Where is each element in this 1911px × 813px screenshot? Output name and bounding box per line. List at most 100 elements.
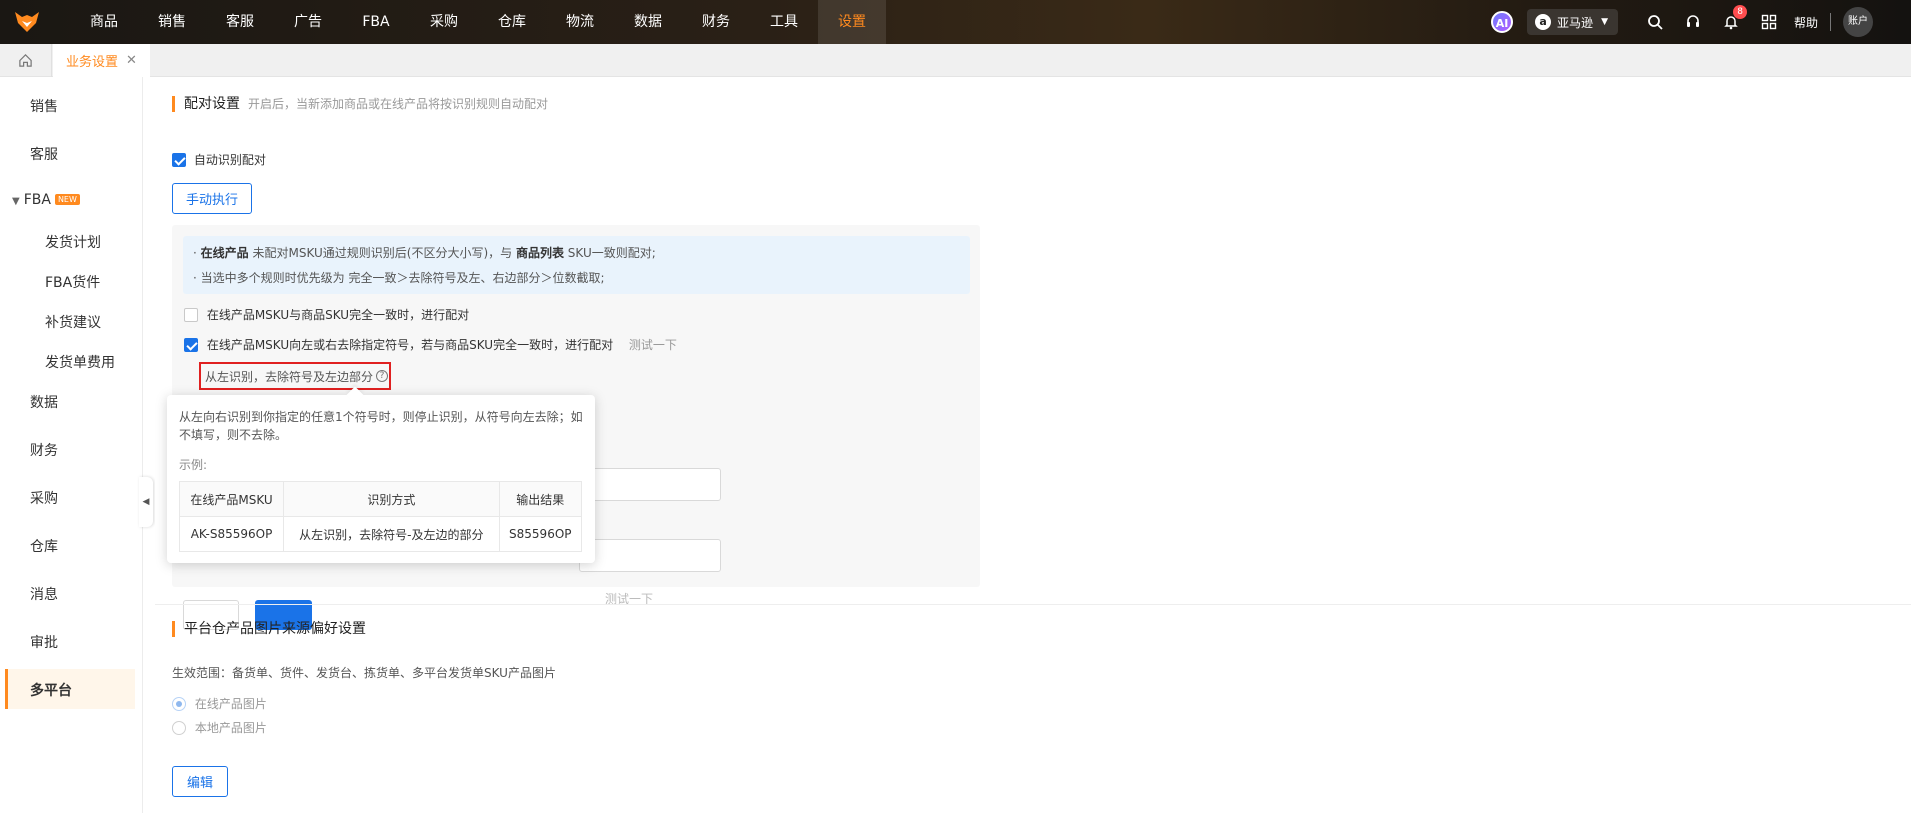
rule-exact-label: 在线产品MSKU与商品SKU完全一致时，进行配对 [206, 308, 470, 322]
auto-pair-checkbox[interactable] [172, 153, 186, 167]
rule-strip-symbol[interactable]: 在线产品MSKU向左或右去除指定符号，若与商品SKU完全一致时，进行配对 测试一… [184, 336, 677, 353]
tooltip-description: 从左向右识别到你指定的任意1个符号时，则停止识别，从符号向左去除；如不填写，则不… [179, 410, 583, 442]
auto-pair-option[interactable]: 自动识别配对 [172, 151, 266, 168]
nav-item-1[interactable]: 销售 [138, 0, 206, 44]
table-header-cell: 识别方式 [283, 481, 500, 517]
sidebar-collapse-icon[interactable]: ◀ [139, 477, 153, 527]
pairing-title: 配对设置 [184, 96, 240, 112]
tooltip-example-label: 示例: [179, 458, 208, 472]
rule-strip-label: 在线产品MSKU向左或右去除指定符号，若与商品SKU完全一致时，进行配对 [206, 338, 614, 352]
nav-item-3[interactable]: 广告 [274, 0, 342, 44]
sidebar-item-fba-goods[interactable]: FBA货件 [45, 272, 100, 292]
left-symbol-input[interactable] [579, 468, 721, 501]
image-pref-title: 平台仓产品图片来源偏好设置 [172, 621, 366, 637]
radio-local-label: 本地产品图片 [194, 721, 267, 735]
test-link[interactable]: 测试一下 [629, 338, 677, 352]
sidebar-item-purchase[interactable]: 采购 [30, 488, 58, 508]
info-bold-online: 在线产品 [200, 246, 249, 260]
table-cell: S85596OP [498, 516, 583, 552]
caret-down-icon: ▼ [1601, 17, 1608, 27]
nav-item-5[interactable]: 采购 [410, 0, 478, 44]
top-navbar: 商品 销售 客服 广告 FBA 采购 仓库 物流 数据 财务 工具 设置 AI a 亚马逊 ▼ 8 帮… [0, 0, 1911, 44]
marketplace-label: 亚马逊 [1557, 15, 1594, 30]
home-icon [19, 54, 32, 67]
tab-label: 业务设置 [66, 55, 119, 70]
home-tab[interactable] [0, 44, 52, 77]
sidebar-item-message[interactable]: 消息 [30, 584, 58, 604]
radio-online-image[interactable]: 在线产品图片 [172, 695, 267, 712]
account-avatar[interactable]: 账户 [1843, 7, 1873, 37]
right-symbol-input[interactable] [579, 539, 721, 572]
headset-icon[interactable] [1683, 12, 1703, 32]
help-circle-icon[interactable]: ? [376, 370, 389, 382]
page-tabs: 业务设置 ✕ [0, 44, 1911, 77]
rule-tooltip: 从左向右识别到你指定的任意1个符号时，则停止识别，从符号向左去除；如不填写，则不… [167, 395, 595, 563]
left-rule-label: 从左识别，去除符号及左边部分 [205, 369, 374, 384]
sidebar-item-fba-restock[interactable]: 补货建议 [45, 312, 101, 332]
table-header-row: 在线产品MSKU 识别方式 输出结果 [178, 481, 583, 517]
nav-item-10[interactable]: 工具 [750, 0, 818, 44]
nav-item-9[interactable]: 财务 [682, 0, 750, 44]
nav-item-2[interactable]: 客服 [206, 0, 274, 44]
sidebar-item-fba-fee[interactable]: 发货单费用 [45, 352, 115, 372]
marketplace-select[interactable]: a 亚马逊 ▼ [1527, 9, 1618, 35]
tooltip-example-table: 在线产品MSKU 识别方式 输出结果 AK-S85596OP 从左识别，去除符号… [178, 481, 583, 552]
sidebar-item-fba-plan[interactable]: 发货计划 [45, 232, 101, 252]
sidebar-item-approval[interactable]: 审批 [30, 632, 58, 652]
search-icon[interactable] [1645, 12, 1665, 32]
info-mid: 未配对MSKU通过规则识别后(不区分大小写)，与 [248, 246, 516, 260]
table-cell: 从左识别，去除符号-及左边的部分 [283, 516, 500, 552]
nav-item-11[interactable]: 设置 [818, 0, 886, 44]
edit-button[interactable]: 编辑 [172, 766, 228, 797]
manual-execute-button[interactable]: 手动执行 [172, 183, 252, 214]
sidebar-item-service[interactable]: 客服 [30, 144, 58, 164]
nav-item-7[interactable]: 物流 [546, 0, 614, 44]
sidebar-item-fba[interactable]: ▼ FBA NEW [12, 192, 80, 208]
close-icon[interactable]: ✕ [126, 53, 137, 68]
help-link[interactable]: 帮助 [1794, 14, 1818, 31]
nav-item-8[interactable]: 数据 [614, 0, 682, 44]
info-line-2: · 当选中多个规则时优先级为 完全一致＞去除符号及左、右边部分＞位数截取; [193, 271, 605, 285]
amazon-icon: a [1535, 14, 1552, 30]
nav-item-6[interactable]: 仓库 [478, 0, 546, 44]
main-nav: 商品 销售 客服 广告 FBA 采购 仓库 物流 数据 财务 工具 设置 [70, 0, 886, 44]
rule-exact-checkbox[interactable] [184, 308, 198, 322]
section-divider [155, 604, 1911, 605]
table-header-cell: 输出结果 [498, 481, 583, 517]
info-prefix: · [193, 246, 201, 260]
sidebar-item-data[interactable]: 数据 [30, 392, 58, 412]
radio-local-circle[interactable] [172, 721, 186, 735]
sidebar-item-finance[interactable]: 财务 [30, 440, 58, 460]
sidebar-item-warehouse[interactable]: 仓库 [30, 536, 58, 556]
ai-assistant-icon[interactable]: AI [1491, 11, 1514, 33]
pairing-section-title: 配对设置 开启后，当新添加商品或在线产品将按识别规则自动配对 [172, 96, 548, 112]
info-bold-list: 商品列表 [515, 246, 564, 260]
expand-caret-icon: ▼ [12, 196, 20, 207]
table-header-cell: 在线产品MSKU [178, 481, 285, 517]
rules-info-box: · 在线产品 未配对MSKU通过规则识别后(不区分大小写)，与 商品列表 SKU… [183, 236, 970, 294]
notification-badge: 8 [1733, 5, 1747, 19]
radio-local-image[interactable]: 本地产品图片 [172, 719, 267, 736]
tab-business-settings[interactable]: 业务设置 ✕ [53, 44, 150, 77]
divider [1830, 13, 1831, 31]
sidebar-item-label: FBA [23, 192, 51, 208]
auto-pair-label: 自动识别配对 [193, 153, 266, 167]
image-pref-scope: 生效范围：备货单、货件、发货台、拣货单、多平台发货单SKU产品图片 [172, 666, 556, 680]
nav-item-0[interactable]: 商品 [70, 0, 138, 44]
radio-online-circle[interactable] [172, 697, 186, 711]
table-row: AK-S85596OP 从左识别，去除符号-及左边的部分 S85596OP [178, 516, 583, 552]
bell-icon[interactable]: 8 [1721, 5, 1747, 32]
apps-grid-icon[interactable] [1759, 12, 1779, 32]
rule-strip-checkbox[interactable] [184, 338, 198, 352]
info-suffix: SKU一致则配对; [563, 246, 656, 260]
left-rule-highlight[interactable]: 从左识别，去除符号及左边部分? [199, 362, 391, 390]
rule-exact-match[interactable]: 在线产品MSKU与商品SKU完全一致时，进行配对 [184, 306, 469, 323]
pairing-subtitle: 开启后，当新添加商品或在线产品将按识别规则自动配对 [248, 97, 549, 111]
sidebar-item-sales[interactable]: 销售 [30, 96, 58, 116]
radio-online-label: 在线产品图片 [194, 697, 267, 711]
info-line-1: · 在线产品 未配对MSKU通过规则识别后(不区分大小写)，与 商品列表 SKU… [193, 244, 656, 261]
nav-item-4[interactable]: FBA [342, 0, 410, 44]
fox-logo-icon[interactable] [14, 9, 40, 35]
top-right-tools: AI a 亚马逊 ▼ 8 帮助 账户 [1491, 0, 1911, 44]
sidebar-item-multi-platform[interactable]: 多平台 [30, 680, 72, 700]
